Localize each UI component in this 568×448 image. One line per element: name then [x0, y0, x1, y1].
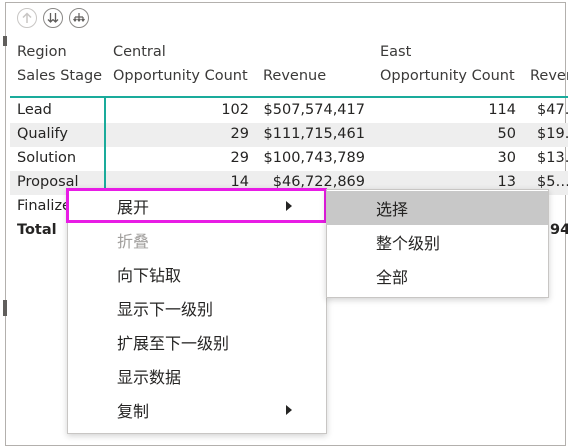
- cell-central-count: 102: [221, 102, 249, 118]
- expand-submenu: 选择 整个级别 全部: [326, 189, 549, 298]
- column-header-east-revenue[interactable]: Revenue: [530, 68, 568, 84]
- row-header-sales-stage: Sales Stage: [17, 68, 103, 84]
- table-row[interactable]: Solution 29 $100,743,789 30 $13…: [10, 147, 568, 171]
- menu-item-label: 向下钻取: [117, 266, 182, 285]
- cell-east-revenue: $47…: [537, 102, 568, 118]
- column-header-central-revenue[interactable]: Revenue: [263, 68, 326, 84]
- column-header-central-count[interactable]: Opportunity Count: [113, 68, 248, 84]
- cell-east-revenue: $5…: [537, 174, 568, 190]
- cell-central-revenue: $100,743,789: [263, 150, 365, 166]
- menu-item-label: 展开: [117, 198, 150, 217]
- submenu-item-all[interactable]: 全部: [327, 259, 548, 293]
- cell-east-revenue: $19…: [537, 126, 568, 142]
- menu-item-label: 显示数据: [117, 368, 182, 387]
- menu-item-expand[interactable]: 展开: [68, 189, 326, 223]
- row-label[interactable]: Lead: [17, 102, 52, 118]
- menu-item-show-data[interactable]: 显示数据: [68, 359, 326, 393]
- menu-item-expand-to-next-level[interactable]: 扩展至下一级别: [68, 325, 326, 359]
- table-row[interactable]: Qualify 29 $111,715,461 50 $19…: [10, 123, 568, 147]
- expand-next-level-icon[interactable]: [69, 8, 89, 28]
- submenu-item-label: 全部: [376, 268, 409, 287]
- menu-item-label: 复制: [117, 402, 150, 421]
- submenu-arrow-icon: [286, 201, 292, 211]
- row-label[interactable]: Qualify: [17, 126, 68, 142]
- submenu-item-entire-level[interactable]: 整个级别: [327, 225, 548, 259]
- cell-east-count: 30: [497, 150, 516, 166]
- submenu-item-label: 整个级别: [376, 234, 441, 253]
- menu-item-label: 折叠: [117, 232, 150, 251]
- visual-toolbar: [17, 8, 89, 28]
- total-label: Total: [17, 222, 57, 238]
- row-label[interactable]: Solution: [17, 150, 76, 166]
- menu-item-drill-down[interactable]: 向下钻取: [68, 257, 326, 291]
- drill-up-icon[interactable]: [17, 8, 37, 28]
- cell-central-revenue: $507,574,417: [263, 102, 365, 118]
- menu-item-copy[interactable]: 复制: [68, 393, 326, 427]
- submenu-arrow-icon: [286, 405, 292, 415]
- column-group-east[interactable]: East: [380, 44, 411, 60]
- cell-central-count: 29: [230, 150, 249, 166]
- context-menu: 展开 折叠 向下钻取 显示下一级别 扩展至下一级别 显示数据 复制: [67, 188, 327, 434]
- submenu-item-selection[interactable]: 选择: [327, 191, 548, 225]
- column-header-east-count[interactable]: Opportunity Count: [380, 68, 515, 84]
- drill-down-next-level-icon[interactable]: [43, 8, 63, 28]
- submenu-item-label: 选择: [376, 200, 409, 219]
- cell-central-revenue: $111,715,461: [263, 126, 365, 142]
- header-divider: [10, 96, 568, 98]
- cell-east-count: 13: [497, 174, 516, 190]
- cell-east-revenue: $13…: [537, 150, 568, 166]
- menu-item-collapse: 折叠: [68, 223, 326, 257]
- table-row[interactable]: Lead 102 $507,574,417 114 $47…: [10, 99, 568, 123]
- row-header-region: Region: [17, 44, 67, 60]
- total-east-revenue: 94: [550, 222, 568, 238]
- menu-item-show-next-level[interactable]: 显示下一级别: [68, 291, 326, 325]
- cell-east-count: 50: [497, 126, 516, 142]
- resize-handle-left-lower[interactable]: [3, 300, 7, 316]
- resize-handle-left[interactable]: [3, 36, 7, 46]
- column-group-central[interactable]: Central: [113, 44, 166, 60]
- row-label[interactable]: Finalize: [17, 198, 71, 214]
- menu-item-label: 扩展至下一级别: [117, 334, 230, 353]
- cell-east-count: 114: [488, 102, 516, 118]
- cell-central-count: 29: [230, 126, 249, 142]
- menu-item-label: 显示下一级别: [117, 300, 214, 319]
